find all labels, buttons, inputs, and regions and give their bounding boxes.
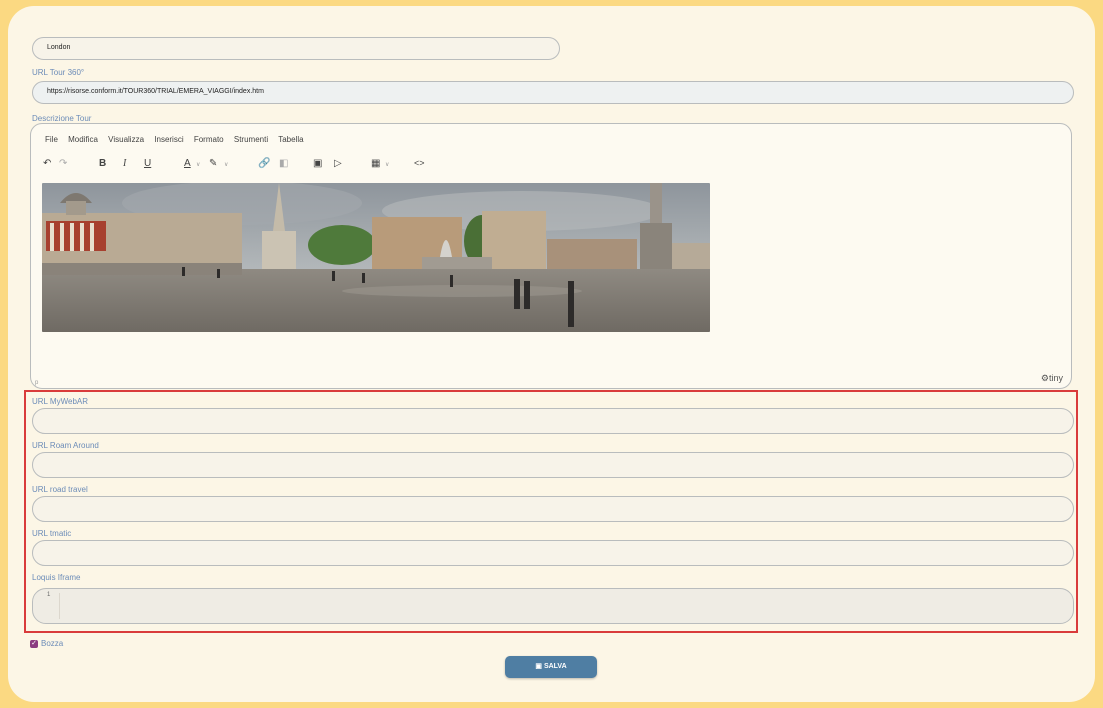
draft-label: Bozza <box>41 639 64 648</box>
highlight-chevron-icon[interactable]: ∨ <box>224 161 228 168</box>
tour-url-label: URL Tour 360° <box>32 68 85 77</box>
menu-tabella[interactable]: Tabella <box>278 135 303 144</box>
tiny-brand: ⚙tiny <box>1040 373 1063 383</box>
italic-icon[interactable]: I <box>123 158 126 169</box>
bold-icon[interactable]: B <box>99 158 106 169</box>
unlink-icon[interactable]: ◧ <box>279 158 288 169</box>
text-color-chevron-icon[interactable]: ∨ <box>196 161 200 168</box>
tour-url-input[interactable]: https://risorse.conform.it/TOUR360/TRIAL… <box>32 81 1074 104</box>
editor-path: p <box>35 380 39 386</box>
table-chevron-icon[interactable]: ∨ <box>385 161 389 168</box>
text-color-icon[interactable]: A <box>184 158 191 169</box>
trafalgar-square-panorama-image <box>42 183 710 332</box>
description-label: Descrizione Tour <box>32 114 92 123</box>
image-icon[interactable]: ▣ <box>313 158 322 169</box>
menu-inserisci[interactable]: Inserisci <box>154 135 183 144</box>
rich-text-editor[interactable]: File Modifica Visualizza Inserisci Forma… <box>30 123 1072 389</box>
menu-file[interactable]: File <box>45 135 58 144</box>
menu-visualizza[interactable]: Visualizza <box>108 135 144 144</box>
highlight-box <box>24 390 1078 633</box>
panorama-illustration <box>42 183 710 332</box>
menu-strumenti[interactable]: Strumenti <box>234 135 268 144</box>
menu-modifica[interactable]: Modifica <box>68 135 98 144</box>
menu-formato[interactable]: Formato <box>194 135 224 144</box>
tiny-logo-icon: ⚙ <box>1040 373 1049 383</box>
save-button[interactable]: ▣ SALVA <box>505 656 597 678</box>
city-input[interactable]: London <box>32 37 560 60</box>
media-icon[interactable]: ▷ <box>334 158 342 169</box>
source-code-icon[interactable]: <> <box>414 158 425 168</box>
redo-icon[interactable]: ↷ <box>59 158 67 169</box>
editor-menubar: File Modifica Visualizza Inserisci Forma… <box>45 135 312 144</box>
table-icon[interactable]: ▦ <box>371 158 380 169</box>
highlight-color-icon[interactable]: ✎ <box>209 158 217 169</box>
save-disk-icon: ▣ <box>535 663 542 670</box>
underline-icon[interactable]: U <box>144 158 151 169</box>
draft-checkbox[interactable]: ✓ <box>30 640 38 648</box>
link-icon[interactable]: 🔗 <box>258 158 270 169</box>
undo-icon[interactable]: ↶ <box>43 158 51 169</box>
